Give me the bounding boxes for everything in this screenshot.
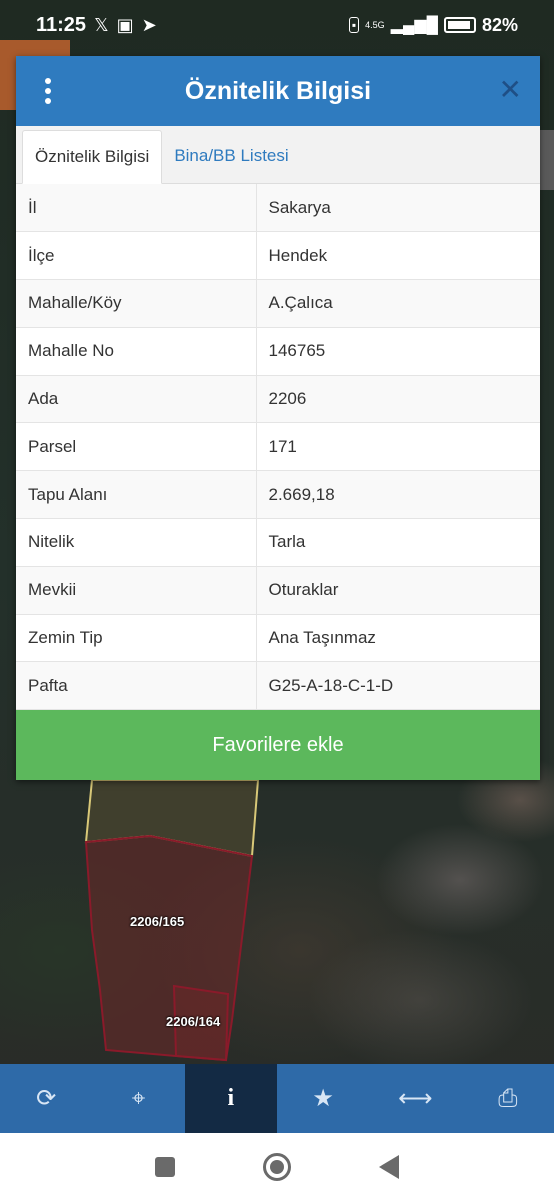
- locate-icon[interactable]: ⌖: [92, 1064, 184, 1133]
- table-row: Zemin Tip Ana Taşınmaz: [16, 614, 540, 663]
- close-icon[interactable]: ✕: [499, 76, 522, 104]
- attribute-value: Tarla: [256, 518, 540, 567]
- attribute-key: Mevkii: [16, 566, 257, 615]
- signal-icon: ▂▄▆█: [390, 17, 438, 34]
- telegram-icon: ➤: [141, 14, 157, 35]
- attribute-value: 2.669,18: [256, 470, 540, 520]
- map-toolbar: ⟳ ⌖ i ★ ⟷ ⎙: [0, 1064, 554, 1133]
- attribute-key: Zemin Tip: [16, 614, 257, 663]
- star-icon[interactable]: ★: [277, 1064, 369, 1133]
- attribute-key: Parsel: [16, 422, 257, 472]
- back-icon[interactable]: [379, 1154, 399, 1179]
- tab-building-list[interactable]: Bina/BB Listesi: [162, 129, 300, 183]
- tab-attribute-info[interactable]: Öznitelik Bilgisi: [22, 130, 163, 184]
- table-row: Mahalle No 146765: [16, 327, 540, 376]
- status-time: 11:25: [36, 13, 87, 36]
- table-row: Ada 2206: [16, 375, 540, 424]
- volte-icon: ▪: [348, 17, 360, 33]
- parcel-label: 2206/164: [166, 1014, 221, 1029]
- attribute-value: 2206: [256, 375, 540, 424]
- battery-icon: [443, 17, 476, 33]
- table-row: Parsel 171: [16, 422, 540, 472]
- x-icon: 𝕏: [94, 14, 109, 35]
- home-icon[interactable]: [263, 1152, 291, 1181]
- dot-icon: [45, 78, 51, 84]
- image-icon: ▣: [116, 14, 134, 35]
- attribute-dialog: Öznitelik Bilgisi ✕ Öznitelik Bilgisi Bi…: [16, 56, 540, 780]
- attribute-value: 171: [256, 422, 540, 472]
- table-row: Pafta G25-A-18-C-1-D: [16, 661, 540, 711]
- table-row: Tapu Alanı 2.669,18: [16, 470, 540, 520]
- dialog-header: Öznitelik Bilgisi ✕: [16, 56, 540, 126]
- attribute-key: Tapu Alanı: [16, 470, 257, 520]
- table-row: Nitelik Tarla: [16, 518, 540, 567]
- attribute-value: 146765: [256, 327, 540, 376]
- system-nav-bar: [0, 1133, 554, 1200]
- battery-percent: 82%: [481, 14, 518, 35]
- notification-icons: 𝕏 ▣ ➤: [94, 15, 157, 36]
- more-menu-button[interactable]: [38, 78, 58, 104]
- table-row: Mevkii Oturaklar: [16, 566, 540, 615]
- table-row: Mahalle/Köy A.Çalıca: [16, 279, 540, 328]
- refresh-icon[interactable]: ⟳: [0, 1064, 92, 1133]
- attribute-key: Mahalle/Köy: [16, 279, 257, 328]
- attribute-value: Hendek: [256, 231, 540, 281]
- table-row: İl Sakarya: [16, 184, 540, 233]
- attribute-key: Mahalle No: [16, 327, 257, 376]
- attribute-value: Oturaklar: [256, 566, 540, 615]
- attribute-key: İl: [16, 184, 257, 233]
- attribute-value: A.Çalıca: [256, 279, 540, 328]
- add-to-favorites-button[interactable]: Favorilere ekle: [16, 710, 540, 780]
- attribute-key: İlçe: [16, 231, 257, 281]
- info-icon[interactable]: i: [184, 1064, 277, 1133]
- attribute-value: Sakarya: [256, 184, 540, 233]
- parcel-overlay[interactable]: [0, 780, 554, 1064]
- recents-icon[interactable]: [155, 1156, 175, 1177]
- attribute-key: Ada: [16, 375, 257, 424]
- network-label: 4.5G: [365, 19, 385, 30]
- dot-icon: [45, 88, 51, 94]
- attribute-table: İl Sakarya İlçe Hendek Mahalle/Köy A.Çalıca Ma…: [16, 184, 540, 711]
- attribute-key: Pafta: [16, 661, 257, 711]
- measure-icon[interactable]: ⟷: [369, 1064, 461, 1133]
- dot-icon: [45, 98, 51, 104]
- tab-bar: Öznitelik Bilgisi Bina/BB Listesi: [16, 126, 540, 184]
- print-icon[interactable]: ⎙: [462, 1064, 554, 1133]
- parcel-label: 2206/165: [130, 914, 185, 929]
- status-bar: 11:25 𝕏 ▣ ➤ ▪ 4.5G ▂▄▆█ 82%: [0, 0, 554, 50]
- map-feature: [540, 130, 554, 190]
- dialog-title: Öznitelik Bilgisi: [184, 76, 372, 105]
- table-row: İlçe Hendek: [16, 231, 540, 281]
- attribute-value: G25-A-18-C-1-D: [256, 661, 540, 711]
- attribute-value: Ana Taşınmaz: [256, 614, 540, 663]
- status-right: ▪ 4.5G ▂▄▆█ 82%: [348, 14, 518, 36]
- attribute-key: Nitelik: [16, 518, 257, 567]
